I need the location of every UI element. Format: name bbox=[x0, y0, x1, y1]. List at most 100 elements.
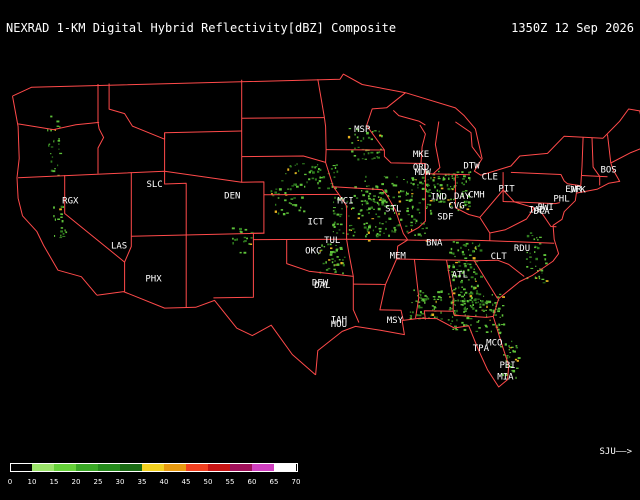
echo-pixel bbox=[427, 179, 429, 181]
echo-pixel bbox=[453, 185, 455, 189]
legend-tick-label: 0 bbox=[7, 478, 13, 486]
state-borders bbox=[12, 73, 640, 388]
echo-pixel bbox=[464, 265, 467, 267]
echo-pixel bbox=[322, 176, 326, 179]
border-36.5n bbox=[346, 238, 555, 244]
echo-pixel bbox=[460, 246, 462, 249]
border-nd-sd bbox=[241, 117, 325, 119]
echo-pixel bbox=[463, 293, 466, 296]
echo-pixel bbox=[311, 165, 314, 169]
border-wi-mi bbox=[392, 110, 426, 126]
echo-pixel bbox=[464, 244, 467, 247]
city-label-pbi: PBI bbox=[499, 361, 515, 371]
echo-pixel bbox=[486, 300, 488, 302]
city-label-pit: PIT bbox=[498, 184, 515, 194]
echo-pixel bbox=[449, 251, 453, 254]
echo-pixel bbox=[453, 178, 455, 181]
echo-pixel bbox=[368, 226, 371, 229]
echo-pixel bbox=[367, 231, 370, 234]
echo-pixel bbox=[357, 217, 360, 220]
echo-pixel bbox=[456, 171, 460, 173]
echo-pixel bbox=[348, 215, 350, 217]
echo-pixel bbox=[455, 329, 459, 331]
echo-pixel bbox=[56, 120, 60, 123]
echo-pixel bbox=[538, 243, 542, 245]
echo-pixel bbox=[362, 194, 365, 197]
echo-pixel bbox=[465, 242, 469, 245]
echo-pixel bbox=[464, 257, 468, 259]
echo-pixel bbox=[333, 226, 336, 228]
echo-pixel bbox=[461, 321, 464, 324]
legend-frame bbox=[10, 463, 298, 472]
echo-pixel bbox=[391, 229, 393, 233]
legend-tick-label: 20 bbox=[71, 478, 81, 486]
echo-pixel bbox=[391, 182, 394, 185]
echo-pixel bbox=[366, 228, 370, 231]
city-label-ict: ICT bbox=[307, 218, 324, 228]
echo-pixel bbox=[450, 323, 452, 325]
coast-lake-michigan-e bbox=[432, 121, 441, 175]
echo-pixel bbox=[452, 328, 455, 330]
radar-map[interactable]: RGX SLC LAS PHX DEN MSP MKE ORD MDW DTW CLE CMH DAY P… bbox=[0, 40, 640, 458]
echo-pixel bbox=[339, 213, 343, 216]
echo-pixel bbox=[368, 207, 371, 210]
echo-pixel bbox=[460, 281, 463, 284]
echo-pixel bbox=[474, 247, 477, 249]
echo-pixel bbox=[342, 272, 344, 275]
echo-pixel bbox=[463, 328, 467, 331]
echo-pixel bbox=[293, 197, 296, 199]
echo-pixel bbox=[499, 316, 501, 318]
echo-pixel bbox=[531, 235, 534, 237]
echo-pixel bbox=[375, 213, 377, 215]
city-label-rgx: RGX bbox=[62, 197, 79, 207]
echo-pixel bbox=[243, 236, 246, 239]
echo-pixel bbox=[472, 251, 474, 253]
legend-tick-label: 10 bbox=[27, 478, 37, 486]
color-legend: 0 10 15 20 25 30 35 40 45 50 55 60 65 70 bbox=[7, 463, 330, 495]
echo-pixel bbox=[478, 327, 481, 329]
echo-pixel bbox=[437, 291, 441, 294]
echo-pixel bbox=[282, 213, 286, 216]
echo-pixel bbox=[456, 176, 459, 178]
echo-pixel bbox=[243, 240, 245, 243]
city-label-phl: PHL bbox=[553, 195, 569, 205]
city-label-mci: MCI bbox=[337, 196, 353, 206]
echo-pixel bbox=[478, 293, 482, 296]
echo-pixel bbox=[354, 147, 356, 150]
echo-pixel bbox=[476, 290, 478, 293]
echo-pixel bbox=[430, 212, 433, 215]
echo-pixel bbox=[277, 197, 280, 199]
echo-pixel bbox=[411, 215, 414, 218]
echo-pixel bbox=[470, 296, 473, 300]
map-title: NEXRAD 1-KM Digital Hybrid Reflectivity[… bbox=[6, 21, 397, 35]
echo-pixel bbox=[250, 237, 253, 239]
echo-pixel bbox=[424, 301, 426, 304]
echo-pixel bbox=[343, 256, 346, 258]
echo-pixel bbox=[467, 279, 470, 281]
echo-pixel bbox=[463, 302, 466, 305]
city-label-mia: MIA bbox=[497, 373, 514, 383]
echo-pixel bbox=[437, 178, 441, 180]
city-label-cvg: CVG bbox=[448, 201, 464, 211]
echo-pixel bbox=[439, 297, 442, 299]
echo-pixel bbox=[377, 196, 380, 198]
echo-pixel bbox=[60, 227, 64, 229]
echo-pixel bbox=[301, 196, 304, 199]
echo-pixel bbox=[373, 208, 375, 210]
echo-pixel bbox=[461, 295, 464, 298]
echo-pixel bbox=[367, 195, 370, 198]
echo-pixel bbox=[461, 182, 463, 184]
echo-pixel bbox=[535, 257, 538, 261]
echo-pixel bbox=[492, 303, 494, 306]
echo-pixel bbox=[508, 345, 510, 348]
echo-pixel bbox=[449, 296, 452, 298]
echo-pixel bbox=[468, 292, 471, 295]
echo-pixel bbox=[459, 300, 462, 302]
border-nh-me bbox=[607, 134, 612, 164]
legend-tick-label: 60 bbox=[247, 478, 257, 486]
echo-pixel bbox=[385, 227, 387, 230]
echo-pixel bbox=[501, 314, 504, 317]
echo-pixel bbox=[317, 164, 319, 166]
echo-pixel bbox=[415, 179, 417, 181]
echo-pixel bbox=[328, 259, 331, 261]
